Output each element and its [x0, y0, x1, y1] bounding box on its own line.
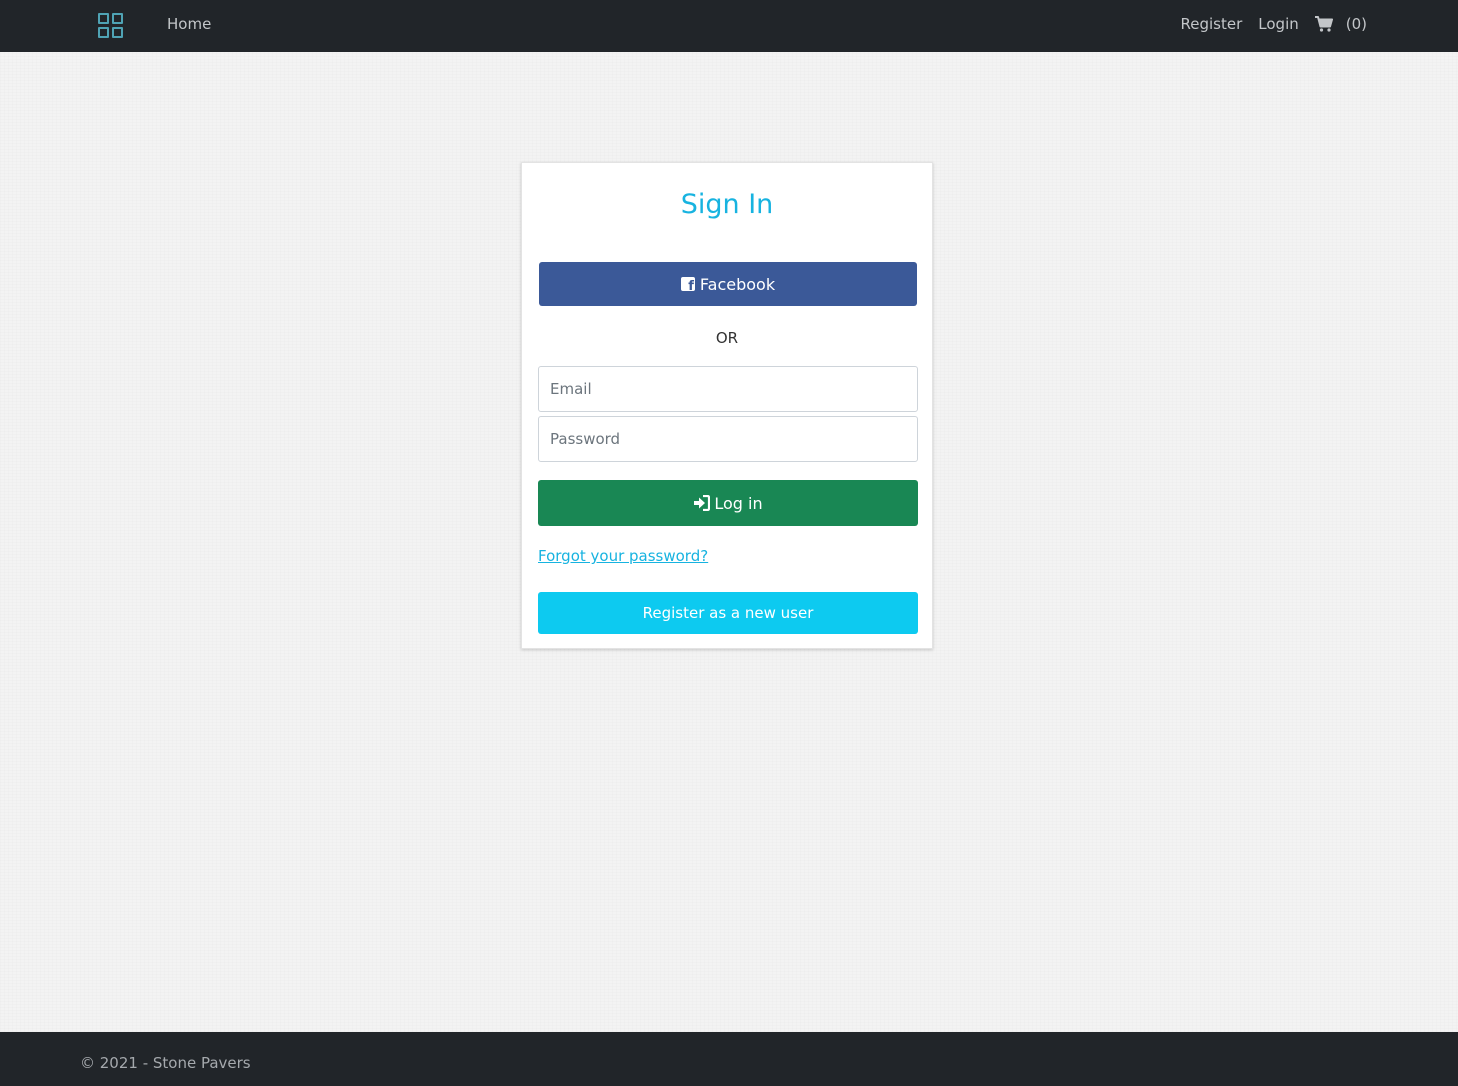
grid-icon[interactable] — [98, 13, 124, 39]
grid-cell — [98, 13, 109, 24]
facebook-button-label: Facebook — [699, 274, 776, 294]
facebook-login-button[interactable]: Facebook — [539, 262, 917, 306]
email-input[interactable] — [538, 366, 918, 412]
top-navbar: Home Register Login (0) — [0, 0, 1458, 52]
cart-icon — [1314, 16, 1333, 32]
footer-copyright: © 2021 - Stone Pavers — [80, 1054, 251, 1072]
grid-cell — [112, 13, 123, 24]
sign-in-icon — [694, 495, 711, 511]
login-button-label: Log in — [714, 493, 763, 513]
password-input[interactable] — [538, 416, 918, 462]
cart-link[interactable]: (0) — [1314, 14, 1367, 34]
register-button[interactable]: Register as a new user — [538, 592, 918, 634]
forgot-password-link[interactable]: Forgot your password? — [538, 546, 708, 566]
grid-cell — [98, 27, 109, 38]
facebook-square-icon — [680, 277, 695, 294]
page-title: Sign In — [680, 189, 774, 220]
nav-register-link[interactable]: Register — [1181, 14, 1243, 34]
nav-right-group: Register Login (0) — [1181, 14, 1367, 34]
footer: © 2021 - Stone Pavers — [0, 1032, 1458, 1086]
or-divider: OR — [715, 329, 739, 347]
nav-login-link[interactable]: Login — [1258, 14, 1298, 34]
signin-card: Sign In Facebook OR Log in Forgot your p… — [521, 162, 933, 649]
grid-cell — [112, 27, 123, 38]
login-button[interactable]: Log in — [538, 480, 918, 526]
cart-count: (0) — [1345, 15, 1367, 33]
nav-home-link[interactable]: Home — [167, 14, 211, 34]
